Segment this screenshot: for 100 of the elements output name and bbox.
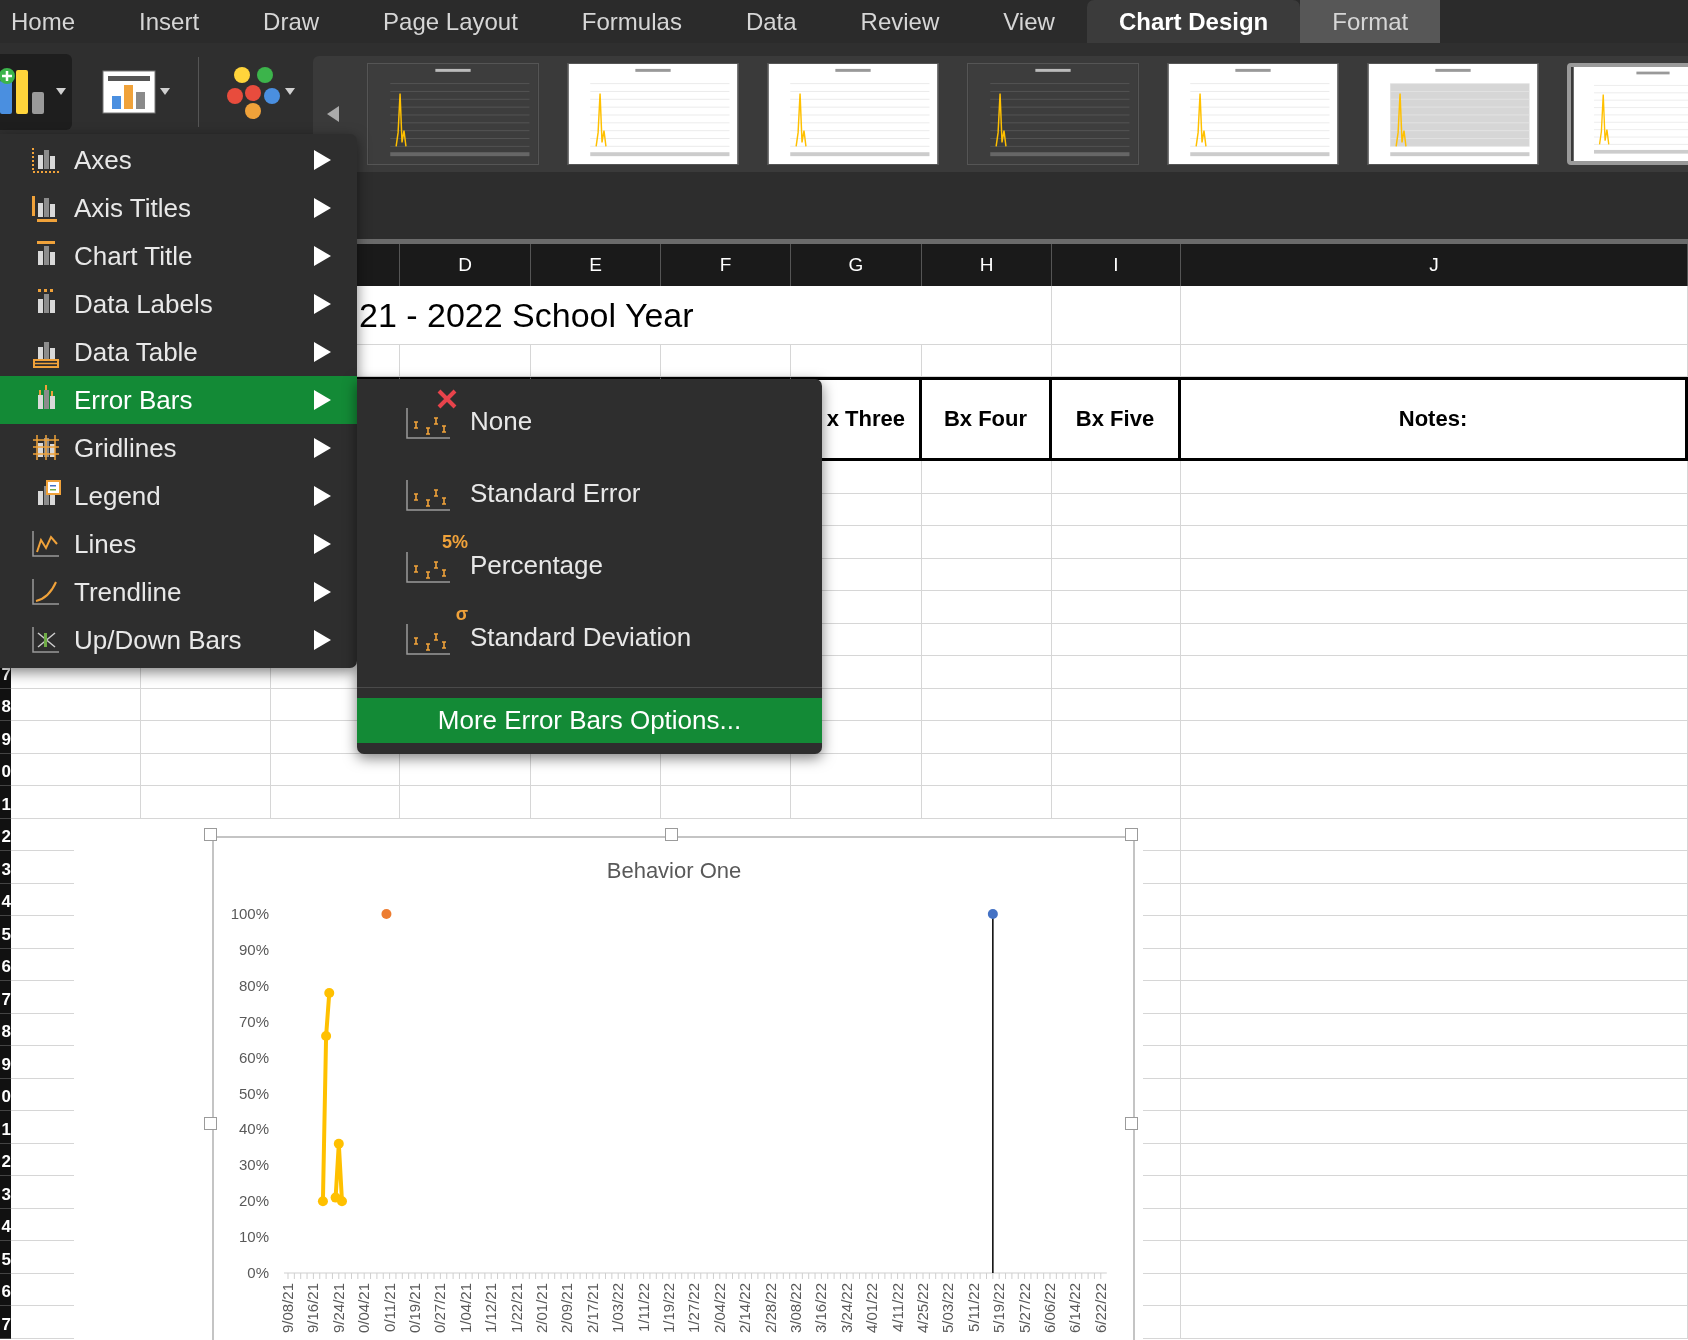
sheet-cell[interactable] [922,753,1052,786]
menu-item[interactable]: Trendline [0,568,357,616]
row-number[interactable]: 1 [0,786,11,819]
sheet-cell[interactable] [922,345,1052,377]
sheet-cell[interactable] [11,721,141,754]
line-chart[interactable] [212,836,1135,1340]
ribbon-tab[interactable]: Format [1300,0,1441,43]
column-header[interactable]: F [661,244,791,286]
sheet-cell[interactable] [1181,345,1688,377]
sheet-cell[interactable] [922,591,1052,624]
sheet-cell[interactable] [1181,1111,1688,1144]
sheet-cell[interactable] [1143,916,1181,949]
sheet-cell[interactable] [141,753,271,786]
chart-style-thumbnail[interactable] [967,63,1139,165]
chart-style-thumbnail[interactable] [767,63,939,165]
sheet-cell[interactable] [922,461,1052,494]
row-number[interactable]: 9 [0,721,11,754]
sheet-cell[interactable] [1181,1208,1688,1241]
row-number[interactable]: 5 [0,916,11,949]
menu-item[interactable]: Chart Title [0,232,357,280]
sheet-cell[interactable] [1052,526,1181,559]
sheet-cell[interactable] [661,786,791,819]
ribbon-tab[interactable]: View [971,0,1087,43]
column-header[interactable]: D [400,244,531,286]
sheet-cell[interactable] [1181,883,1688,916]
sheet-cell[interactable] [1143,1046,1181,1079]
chart-style-thumbnail[interactable] [1167,63,1339,165]
sheet-cell[interactable] [1181,916,1688,949]
column-heading[interactable]: Bx Four [922,377,1052,461]
menu-item[interactable]: Gridlines [0,424,357,472]
row-number[interactable]: 6 [0,1273,11,1306]
sheet-cell[interactable] [922,526,1052,559]
row-number[interactable]: 7 [0,981,11,1014]
sheet-cell[interactable] [922,721,1052,754]
sheet-cell[interactable] [1052,656,1181,689]
sheet-cell[interactable] [141,688,271,721]
sheet-cell[interactable] [922,688,1052,721]
sheet-cell[interactable] [141,786,271,819]
column-heading[interactable]: Notes: [1181,377,1688,461]
row-number[interactable]: 9 [0,1046,11,1079]
sheet-cell[interactable] [1143,1143,1181,1176]
resize-handle[interactable] [204,828,217,841]
row-number[interactable]: 2 [0,818,11,851]
sheet-cell[interactable] [1181,1176,1688,1209]
row-number[interactable]: 5 [0,1241,11,1274]
sheet-cell[interactable] [1052,623,1181,656]
sheet-cell[interactable] [11,753,141,786]
sheet-cell[interactable] [11,688,141,721]
sheet-cell[interactable] [1181,1046,1688,1079]
chart-style-thumbnail[interactable] [1367,63,1539,165]
ribbon-tab[interactable]: Page Layout [351,0,550,43]
sheet-cell[interactable] [922,656,1052,689]
column-header[interactable]: I [1052,244,1181,286]
column-header[interactable]: E [531,244,661,286]
sheet-cell[interactable] [922,623,1052,656]
ribbon-tab[interactable]: Draw [231,0,352,43]
sheet-cell[interactable] [1181,1078,1688,1111]
sheet-cell[interactable] [1181,753,1688,786]
sheet-cell[interactable] [1181,851,1688,884]
sheet-cell[interactable] [1181,591,1688,624]
sheet-cell[interactable] [1143,818,1181,851]
column-heading[interactable]: Bx Five [1052,377,1181,461]
row-number[interactable]: 1 [0,1111,11,1144]
column-header[interactable]: J [1181,244,1688,286]
row-number[interactable]: 3 [0,851,11,884]
sheet-cell[interactable] [400,786,531,819]
sheet-cell[interactable] [1143,851,1181,884]
sheet-cell[interactable] [141,721,271,754]
sheet-cell[interactable] [1181,1241,1688,1274]
sheet-cell[interactable] [1052,461,1181,494]
row-number[interactable]: 3 [0,1176,11,1209]
ribbon-tab[interactable]: Insert [107,0,232,43]
sheet-cell[interactable] [1181,623,1688,656]
ribbon-tab[interactable]: Formulas [549,0,714,43]
menu-item[interactable]: Lines [0,520,357,568]
resize-handle[interactable] [1125,828,1138,841]
sheet-cell[interactable] [11,786,141,819]
row-number[interactable]: 6 [0,948,11,981]
sheet-cell[interactable] [1143,883,1181,916]
sheet-cell[interactable] [922,493,1052,526]
sheet-cell[interactable] [1181,981,1688,1014]
ribbon-tab[interactable]: Review [828,0,972,43]
sheet-cell[interactable] [1143,1013,1181,1046]
sheet-cell[interactable] [1181,688,1688,721]
sheet-cell[interactable] [1181,948,1688,981]
row-number[interactable]: 4 [0,883,11,916]
sheet-cell[interactable] [1052,753,1181,786]
sheet-cell[interactable] [1181,1273,1688,1306]
menu-item[interactable]: 5% Percentage [357,529,822,601]
sheet-cell[interactable] [1143,1241,1181,1274]
sheet-cell[interactable] [1052,688,1181,721]
ribbon-tab[interactable]: Chart Design [1086,0,1301,43]
sheet-cell[interactable] [1181,1143,1688,1176]
sheet-cell[interactable] [1052,286,1181,345]
sheet-cell[interactable] [1143,1208,1181,1241]
column-header[interactable]: H [922,244,1052,286]
more-options-button[interactable]: More Error Bars Options... [357,698,822,743]
sheet-cell[interactable] [1143,981,1181,1014]
menu-item[interactable]: Error Bars [0,376,357,424]
sheet-cell[interactable] [1052,591,1181,624]
